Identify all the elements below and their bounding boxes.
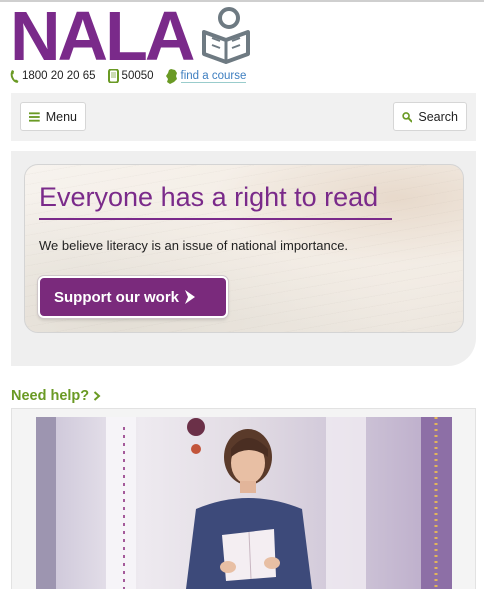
text-number: 50050 <box>121 70 154 82</box>
hamburger-icon <box>29 111 40 122</box>
text-contact[interactable]: 50050 <box>107 69 154 83</box>
menu-button[interactable]: Menu <box>20 102 86 131</box>
contact-bar: 1800 20 20 65 50050 find a course <box>10 68 258 84</box>
reading-person-icon <box>202 7 250 64</box>
ireland-map-icon <box>165 68 177 84</box>
search-icon <box>402 111 413 122</box>
menu-label: Menu <box>45 109 77 124</box>
find-course-text: find a course <box>180 69 247 83</box>
mobile-icon <box>107 69 119 83</box>
hero-title-underline <box>39 218 392 220</box>
phone-icon <box>10 69 19 83</box>
navbar: Menu Search <box>11 93 476 141</box>
need-help-link[interactable]: Need help? <box>11 388 101 404</box>
phone-number: 1800 20 20 65 <box>22 70 96 82</box>
need-help-label: Need help? <box>11 388 90 404</box>
search-label: Search <box>418 109 458 124</box>
logo-text: NALA <box>10 0 195 75</box>
support-our-work-button[interactable]: Support our work <box>38 276 228 318</box>
cta-label: Support our work <box>54 288 179 306</box>
find-course-link[interactable]: find a course <box>165 68 247 84</box>
video-thumbnail[interactable] <box>36 417 452 589</box>
hero-title: Everyone has a right to read <box>39 182 379 212</box>
hero-subtitle: We believe literacy is an issue of natio… <box>39 238 349 253</box>
chevron-right-icon <box>185 290 195 304</box>
chevron-right-icon <box>93 391 101 401</box>
phone-contact[interactable]: 1800 20 20 65 <box>10 69 96 83</box>
search-button[interactable]: Search <box>393 102 467 131</box>
nala-logo[interactable]: NALA <box>10 0 195 75</box>
woman-reading-image <box>36 417 452 589</box>
